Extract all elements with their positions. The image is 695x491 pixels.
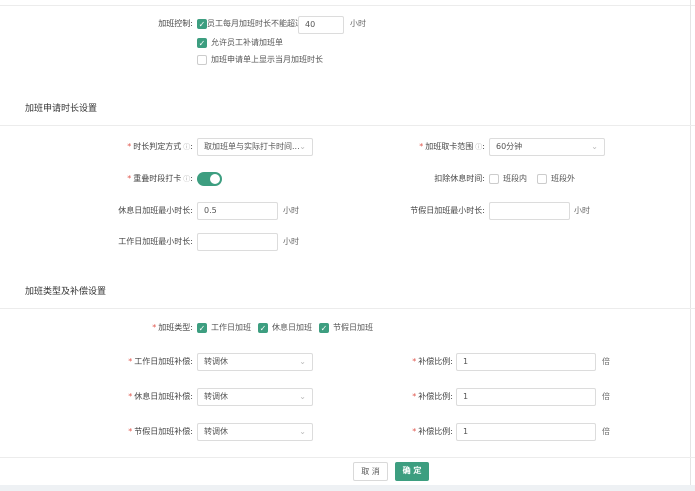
ok-button[interactable]: 确 定 xyxy=(395,462,429,481)
limit-input[interactable]: 40 xyxy=(298,16,344,34)
divider xyxy=(0,308,695,309)
section-title: 加班类型及补偿设置 xyxy=(25,287,107,297)
divider xyxy=(690,0,691,485)
allow-supplement-label: 允许员工补请加班单 xyxy=(211,38,283,47)
compensation-select[interactable]: 转调休 ⌄ xyxy=(197,423,313,441)
deduct-in-checkbox[interactable] xyxy=(489,174,499,184)
chevron-down-icon: ⌄ xyxy=(299,142,306,151)
divider xyxy=(0,125,695,126)
type-option-label: 工作日加班 xyxy=(211,323,251,332)
show-month-hours-checkbox[interactable] xyxy=(197,55,207,65)
chevron-down-icon: ⌄ xyxy=(299,392,306,401)
cancel-button[interactable]: 取 消 xyxy=(353,462,388,481)
compensation-label: * 休息日加班补偿: xyxy=(128,392,193,401)
divider xyxy=(0,5,695,6)
unit-label: 小时 xyxy=(350,19,366,28)
ratio-input[interactable]: 1 xyxy=(456,353,596,371)
deduct-label: 扣除休息时间: xyxy=(434,174,485,183)
type-option-label: 节假日加班 xyxy=(333,323,373,332)
compensation-label: * 节假日加班补偿: xyxy=(128,427,193,436)
allow-supplement-checkbox[interactable]: ✓ xyxy=(197,38,207,48)
holiday-min-input[interactable] xyxy=(489,202,570,220)
ratio-label: * 补偿比例: xyxy=(412,427,453,436)
overlap-label: * 重叠时段打卡 ⓘ: xyxy=(127,174,193,183)
ratio-label: * 补偿比例: xyxy=(412,357,453,366)
unit-label: 小时 xyxy=(283,237,299,246)
ratio-label: * 补偿比例: xyxy=(412,392,453,401)
limit-text: 员工每月加班时长不能超过 xyxy=(207,19,303,28)
ratio-unit: 倍 xyxy=(602,392,610,401)
ratio-unit: 倍 xyxy=(602,357,610,366)
type-restday-checkbox[interactable]: ✓ xyxy=(258,323,268,333)
type-workday-checkbox[interactable]: ✓ xyxy=(197,323,207,333)
chevron-down-icon: ⌄ xyxy=(299,427,306,436)
show-month-hours-label: 加班申请单上显示当月加班时长 xyxy=(211,55,323,64)
chevron-down-icon: ⌄ xyxy=(299,357,306,366)
type-option-label: 休息日加班 xyxy=(272,323,312,332)
control-label: 加班控制: xyxy=(158,19,193,28)
section-title: 加班申请时长设置 xyxy=(25,104,98,114)
unit-label: 小时 xyxy=(283,206,299,215)
work-min-label: 工作日加班最小时长: xyxy=(118,237,193,246)
ratio-input[interactable]: 1 xyxy=(456,388,596,406)
overlap-toggle[interactable] xyxy=(197,172,222,186)
type-holiday-checkbox[interactable]: ✓ xyxy=(319,323,329,333)
divider xyxy=(0,457,695,458)
chevron-down-icon: ⌄ xyxy=(591,142,598,151)
compensation-select[interactable]: 转调休 ⌄ xyxy=(197,388,313,406)
compensation-label: * 工作日加班补偿: xyxy=(128,357,193,366)
bottom-bar xyxy=(0,485,695,491)
type-label: * 加班类型: xyxy=(152,323,193,332)
deduct-out-label: 班段外 xyxy=(551,174,575,183)
rest-min-input[interactable]: 0.5 xyxy=(197,202,278,220)
holiday-min-label: 节假日加班最小时长: xyxy=(410,206,485,215)
method-label: * 时长判定方式 ⓘ: xyxy=(127,142,193,151)
unit-label: 小时 xyxy=(574,206,590,215)
method-select[interactable]: 取加班单与实际打卡时间... ⌄ xyxy=(197,138,313,156)
rest-min-label: 休息日加班最小时长: xyxy=(118,206,193,215)
range-label: * 加班取卡范围 ⓘ: xyxy=(419,142,485,151)
ratio-unit: 倍 xyxy=(602,427,610,436)
work-min-input[interactable] xyxy=(197,233,278,251)
compensation-select[interactable]: 转调休 ⌄ xyxy=(197,353,313,371)
limit-checkbox[interactable]: ✓ xyxy=(197,19,207,29)
deduct-in-label: 班段内 xyxy=(503,174,527,183)
range-select[interactable]: 60分钟 ⌄ xyxy=(489,138,605,156)
ratio-input[interactable]: 1 xyxy=(456,423,596,441)
deduct-out-checkbox[interactable] xyxy=(537,174,547,184)
